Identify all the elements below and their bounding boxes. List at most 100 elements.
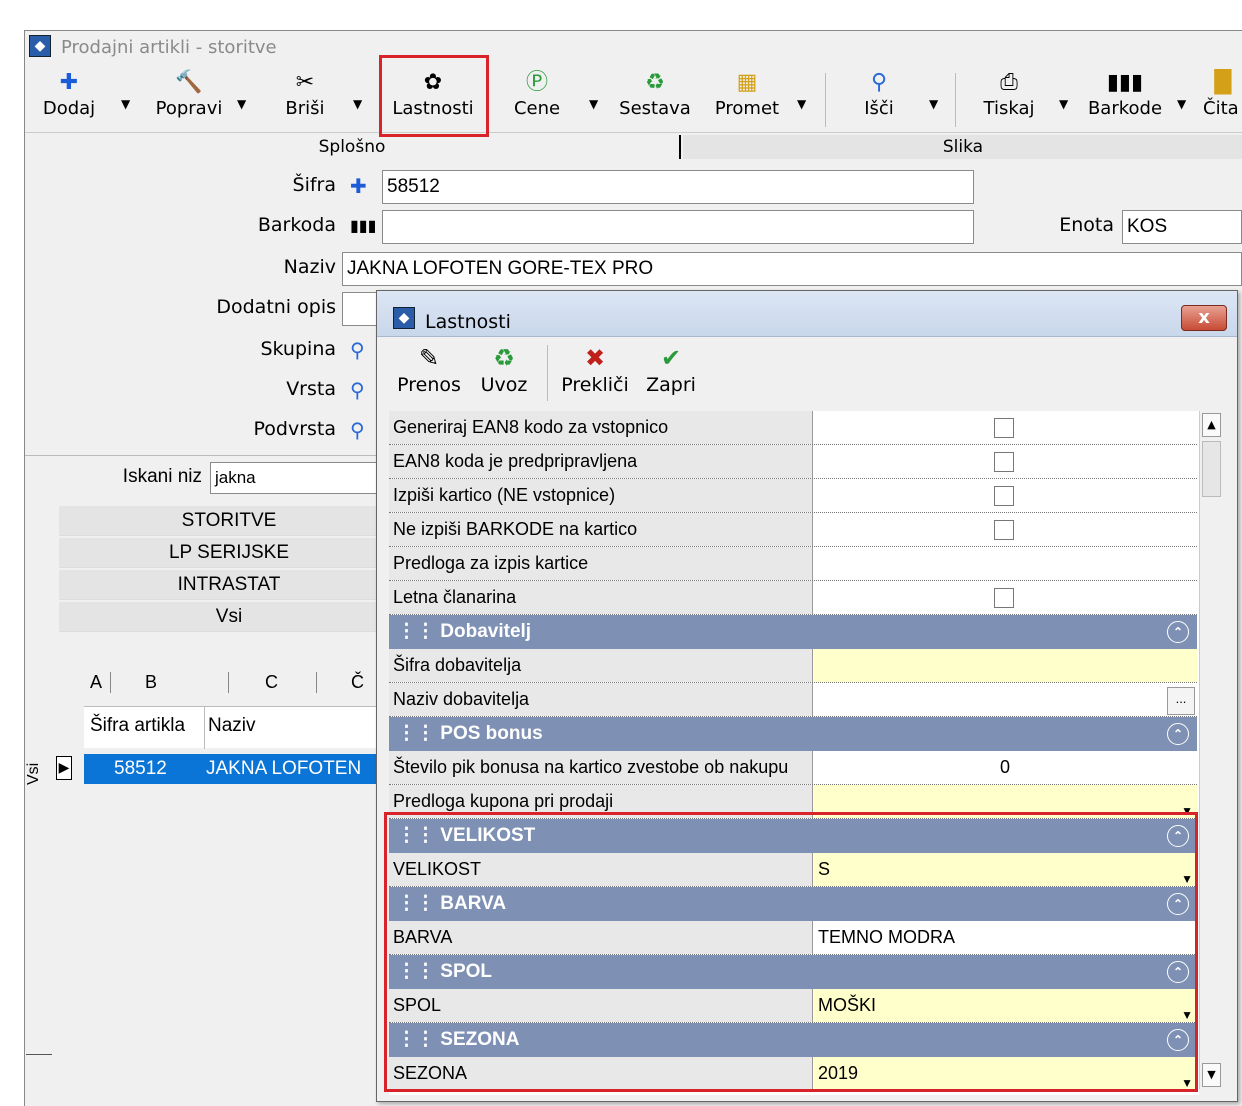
- search-dropdown-arrow[interactable]: ▼: [929, 97, 938, 111]
- delete-button[interactable]: ✂ Briši: [277, 69, 333, 127]
- property-value[interactable]: [814, 411, 1197, 444]
- cancel-x-icon: ✖: [584, 344, 606, 372]
- category-header[interactable]: ⋮⋮ POS bonus ⌃: [389, 717, 1197, 751]
- list-item[interactable]: INTRASTAT: [59, 570, 399, 600]
- property-label: Generiraj EAN8 kodo za vstopnico: [389, 411, 813, 444]
- property-value[interactable]: [814, 445, 1197, 478]
- name-input[interactable]: JAKNA LOFOTEN GORE-TEX PRO: [342, 252, 1242, 286]
- search-button[interactable]: ⚲ Išči: [851, 69, 907, 127]
- property-value[interactable]: [814, 649, 1197, 682]
- row-pointer-icon: ▶: [56, 756, 72, 780]
- transfer-button[interactable]: ✎ Prenos: [397, 343, 461, 403]
- close-button[interactable]: x: [1181, 305, 1227, 331]
- property-row[interactable]: Ne izpiši BARKODE na kartico: [389, 513, 1197, 547]
- checkbox[interactable]: [994, 486, 1014, 506]
- composition-button[interactable]: ♻ Sestava: [617, 69, 693, 127]
- barcode-icon: ▮▮▮: [1106, 70, 1144, 95]
- category-header[interactable]: ⋮⋮ Dobavitelj ⌃: [389, 615, 1197, 649]
- import-button[interactable]: ♻ Uvoz: [477, 343, 531, 403]
- property-row[interactable]: Naziv dobavitelja...: [389, 683, 1197, 717]
- add-dropdown-arrow[interactable]: ▼: [121, 97, 130, 111]
- traffic-button[interactable]: ▦ Promet: [711, 69, 783, 127]
- property-row[interactable]: Šifra dobavitelja: [389, 649, 1197, 683]
- category-label: POS bonus: [440, 723, 543, 744]
- list-item[interactable]: LP SERIJSKE: [59, 538, 399, 568]
- dollar-icon: Ⓟ: [525, 70, 548, 95]
- property-label: Letna članarina: [389, 581, 813, 614]
- delete-dropdown-arrow[interactable]: ▼: [353, 97, 362, 111]
- toolbar-separator: [955, 73, 956, 127]
- checkbox[interactable]: [994, 452, 1014, 472]
- print-dropdown-arrow[interactable]: ▼: [1059, 97, 1068, 111]
- transfer-icon: ✎: [418, 344, 440, 372]
- save-close-button[interactable]: ✔ Zapri: [643, 343, 699, 403]
- table-row[interactable]: 58512 JAKNA LOFOTEN: [84, 754, 384, 784]
- divider: [26, 1054, 52, 1055]
- alpha-tab[interactable]: Č: [316, 672, 364, 693]
- barcodes-button[interactable]: ▮▮▮ Barkode: [1085, 69, 1165, 127]
- property-row[interactable]: Predloga za izpis kartice: [389, 547, 1197, 581]
- tab-general[interactable]: Splošno: [25, 135, 681, 159]
- ellipsis-button[interactable]: ...: [1167, 687, 1195, 715]
- window-title: Prodajni artikli - storitve: [61, 37, 277, 58]
- collapse-icon[interactable]: ⌃: [1167, 621, 1189, 643]
- property-value[interactable]: [814, 547, 1197, 580]
- scroll-down-arrow[interactable]: ▼: [1202, 1063, 1221, 1087]
- print-button[interactable]: ⎙ Tiskaj: [977, 69, 1041, 127]
- prices-button[interactable]: Ⓟ Cene: [509, 69, 565, 127]
- column-header-name[interactable]: Naziv: [208, 715, 256, 737]
- vertical-scrollbar[interactable]: ▲ ▼: [1199, 411, 1223, 1089]
- property-row[interactable]: Izpiši kartico (NE vstopnice): [389, 479, 1197, 513]
- alpha-tab[interactable]: C: [228, 672, 278, 693]
- printer-icon: ⎙: [1000, 70, 1018, 95]
- column-header-code[interactable]: Šifra artikla: [90, 715, 185, 737]
- checkbox[interactable]: [994, 418, 1014, 438]
- checkbox[interactable]: [994, 520, 1014, 540]
- subtype-label: Podvrsta: [253, 418, 336, 440]
- reader-icon: █: [1214, 70, 1232, 95]
- barcode-input[interactable]: [382, 210, 974, 244]
- row-code: 58512: [114, 758, 167, 779]
- alpha-tab[interactable]: A: [90, 672, 102, 693]
- type-label: Vrsta: [286, 378, 336, 400]
- property-value[interactable]: [814, 479, 1197, 512]
- list-item[interactable]: Vsi: [59, 602, 399, 632]
- tab-image[interactable]: Slika: [683, 135, 1242, 159]
- edit-dropdown-arrow[interactable]: ▼: [237, 97, 246, 111]
- add-button[interactable]: ✚ Dodaj: [39, 69, 99, 127]
- property-value[interactable]: ...: [814, 683, 1197, 716]
- plus-icon[interactable]: ✚: [350, 174, 367, 198]
- alpha-tab[interactable]: B: [110, 672, 157, 693]
- search-icon[interactable]: ⚲: [350, 418, 365, 442]
- list-item[interactable]: STORITVE: [59, 506, 399, 536]
- toolbar-separator: [547, 345, 548, 401]
- property-value[interactable]: 0: [814, 751, 1197, 784]
- search-string-input[interactable]: jakna: [210, 462, 380, 494]
- search-icon[interactable]: ⚲: [350, 338, 365, 362]
- prices-dropdown-arrow[interactable]: ▼: [589, 97, 598, 111]
- property-row[interactable]: Generiraj EAN8 kodo za vstopnico: [389, 411, 1197, 445]
- property-value[interactable]: [814, 581, 1197, 614]
- property-row[interactable]: EAN8 koda je predpripravljena: [389, 445, 1197, 479]
- attributes-highlight: [384, 812, 1198, 1092]
- close-icon: x: [1198, 307, 1210, 328]
- collapse-icon[interactable]: ⌃: [1167, 723, 1189, 745]
- search-icon[interactable]: ⚲: [350, 378, 365, 402]
- reader-button[interactable]: █ Čita: [1203, 69, 1242, 127]
- code-input[interactable]: 58512: [382, 170, 974, 204]
- barcodes-dropdown-arrow[interactable]: ▼: [1177, 97, 1186, 111]
- scroll-up-arrow[interactable]: ▲: [1202, 413, 1221, 437]
- recycle-icon: ♻: [645, 70, 665, 95]
- cancel-button[interactable]: ✖ Prekliči: [559, 343, 631, 403]
- property-row[interactable]: Število pik bonusa na kartico zvestobe o…: [389, 751, 1197, 785]
- scroll-thumb[interactable]: [1202, 441, 1221, 497]
- edit-button[interactable]: 🔨 Popravi: [149, 69, 229, 127]
- checkbox[interactable]: [994, 588, 1014, 608]
- side-tab-all[interactable]: Vsi: [25, 763, 55, 785]
- property-label: Število pik bonusa na kartico zvestobe o…: [389, 751, 813, 784]
- property-row[interactable]: Letna članarina: [389, 581, 1197, 615]
- traffic-dropdown-arrow[interactable]: ▼: [797, 97, 806, 111]
- property-label: Izpiši kartico (NE vstopnice): [389, 479, 813, 512]
- property-value[interactable]: [814, 513, 1197, 546]
- unit-input[interactable]: KOS: [1122, 210, 1242, 244]
